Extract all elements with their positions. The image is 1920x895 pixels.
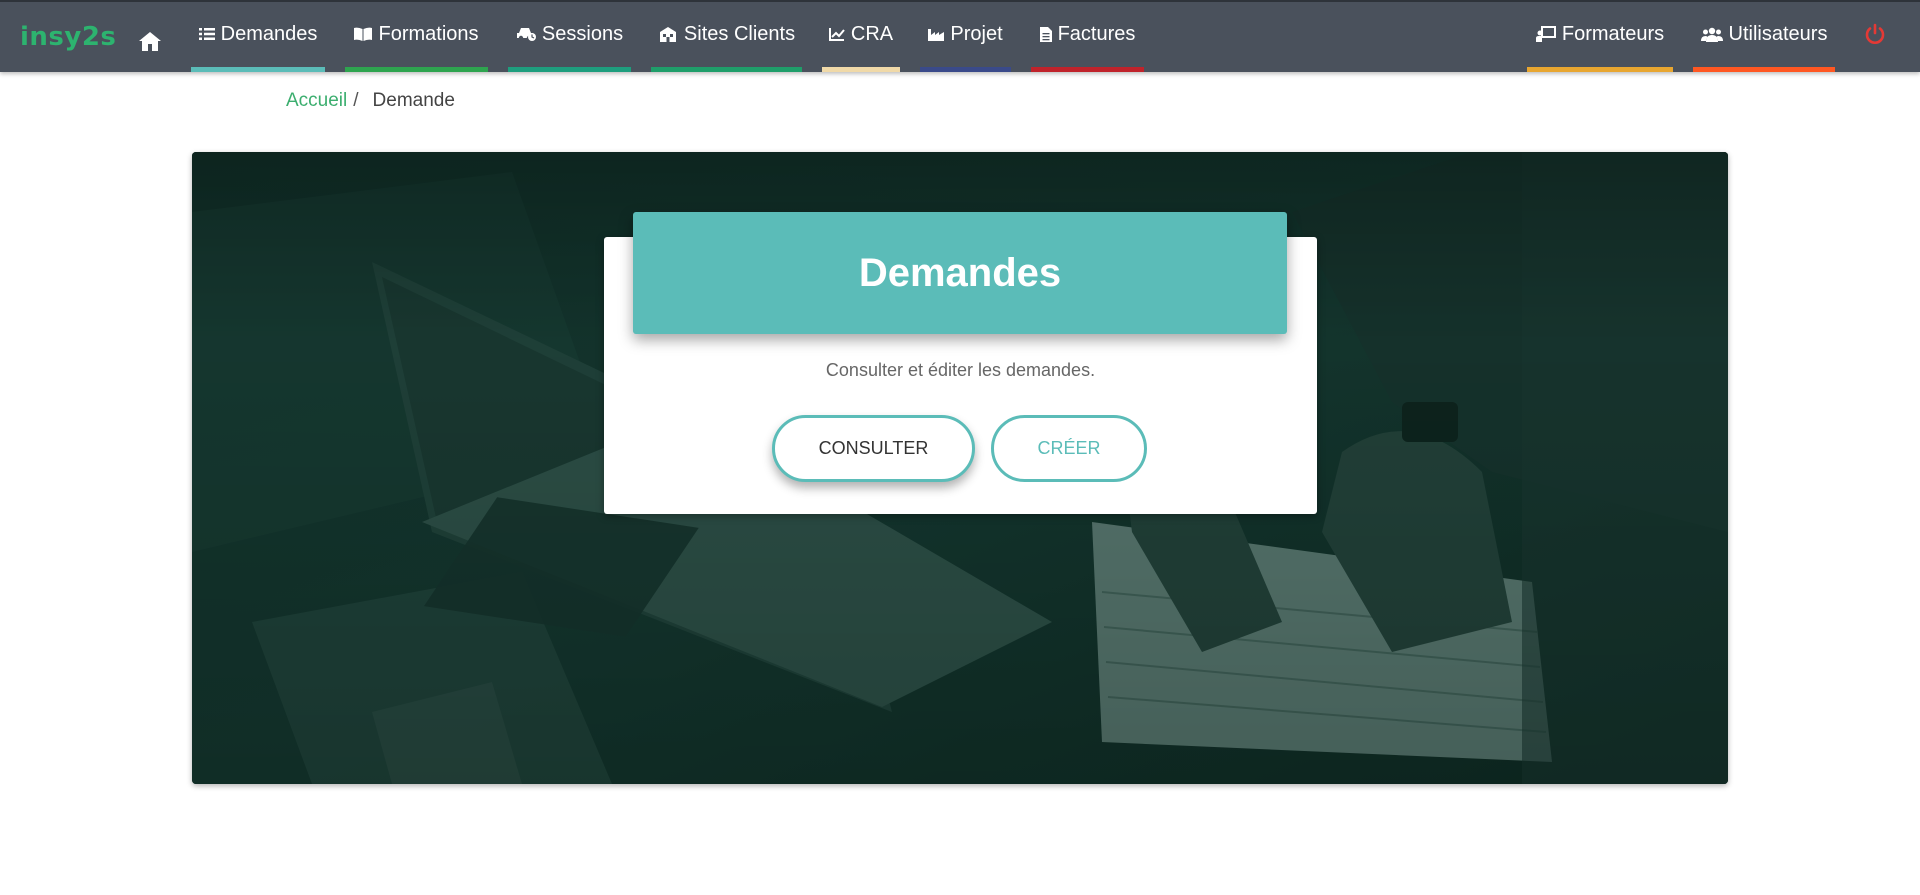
users-icon <box>1700 27 1723 42</box>
nav-item-label: Sessions <box>541 23 624 45</box>
nav-item-label: Factures <box>1057 23 1136 45</box>
creer-button[interactable]: CRÉER <box>991 415 1147 482</box>
nav-underline <box>920 67 1011 72</box>
nav-underline <box>508 67 631 72</box>
nav-item-utilisateurs[interactable]: Utilisateurs <box>1693 2 1835 72</box>
nav-item-label: Sites Clients <box>683 23 796 45</box>
nav-item-label: CRA <box>850 23 894 45</box>
car-icon <box>516 28 536 41</box>
nav-underline <box>191 67 325 72</box>
breadcrumb-current: Demande <box>372 90 455 111</box>
nav-item-formations[interactable]: Formations <box>345 2 488 72</box>
file-icon <box>1039 26 1052 42</box>
nav-item-label: Formateurs <box>1561 23 1665 45</box>
nav-item-sessions[interactable]: Sessions <box>508 2 631 72</box>
building-icon <box>659 27 676 42</box>
card-header: Demandes <box>633 212 1287 334</box>
nav-item-sites-clients[interactable]: Sites Clients <box>651 2 802 72</box>
list-icon <box>198 28 215 40</box>
nav-underline <box>1693 67 1835 72</box>
logout-button[interactable] <box>1855 2 1895 72</box>
top-navbar: insy2s Demandes Formations Sessions Site… <box>0 0 1920 72</box>
breadcrumb-home-link[interactable]: Accueil <box>286 90 347 112</box>
nav-item-label: Utilisateurs <box>1728 23 1828 45</box>
nav-item-projet[interactable]: Projet <box>920 2 1011 72</box>
nav-item-label: Formations <box>378 23 479 45</box>
card-description: Consulter et éditer les demandes. <box>825 360 1096 380</box>
nav-item-label: Demandes <box>220 23 318 45</box>
chalkboard-teacher-icon <box>1535 26 1556 42</box>
nav-item-factures[interactable]: Factures <box>1031 2 1144 72</box>
home-icon <box>139 32 161 51</box>
home-button[interactable] <box>136 28 164 54</box>
industry-icon <box>928 29 945 41</box>
consulter-button[interactable]: CONSULTER <box>772 415 975 482</box>
nav-item-cra[interactable]: CRA <box>822 2 900 72</box>
nav-item-demandes[interactable]: Demandes <box>191 2 325 72</box>
breadcrumb-separator: / <box>353 90 359 111</box>
nav-item-label: Projet <box>950 23 1003 45</box>
logo-text: insy2s <box>20 22 117 52</box>
nav-underline <box>1031 67 1144 72</box>
nav-underline <box>822 67 900 72</box>
nav-underline <box>651 67 802 72</box>
chart-line-icon <box>828 28 845 41</box>
app-logo[interactable]: insy2s <box>20 24 116 50</box>
power-icon <box>1865 23 1885 44</box>
breadcrumb: Accueil / Demande <box>286 90 455 112</box>
card-title: Demandes <box>858 250 1062 295</box>
nav-item-formateurs[interactable]: Formateurs <box>1527 2 1673 72</box>
nav-underline <box>345 67 488 72</box>
nav-underline <box>1527 67 1673 72</box>
book-icon <box>354 27 373 41</box>
